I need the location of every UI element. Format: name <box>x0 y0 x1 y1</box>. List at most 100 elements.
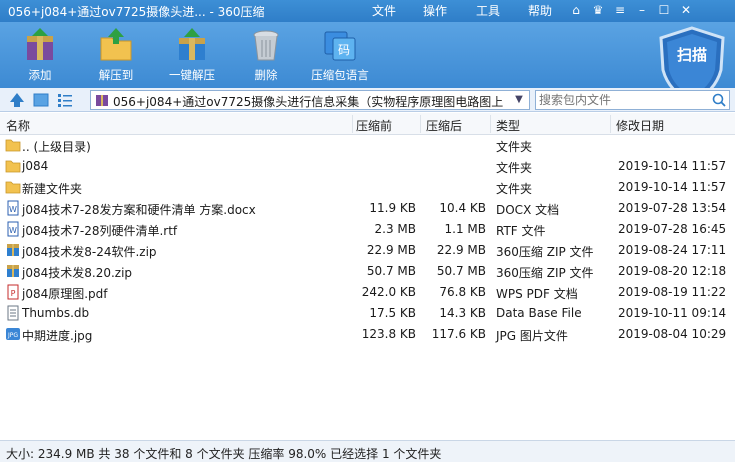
file-size-before: 123.8 KB <box>361 327 416 341</box>
file-date: 2019-10-11 09:14 <box>618 306 727 320</box>
home-icon[interactable]: ⌂ <box>566 1 586 19</box>
folder-icon <box>5 181 21 194</box>
svg-text:码: 码 <box>338 43 350 57</box>
file-size-before: 22.9 MB <box>366 243 416 257</box>
add-button[interactable]: 添加 <box>8 26 72 86</box>
table-row[interactable]: j084技术发8-24软件.zip 22.9 MB 22.9 MB 360压缩 … <box>0 240 735 261</box>
one-click-extract-button[interactable]: 一键解压 <box>160 26 224 86</box>
search-icon[interactable] <box>711 92 727 108</box>
extract-to-button[interactable]: 解压到 <box>84 26 148 86</box>
svg-text:JPG: JPG <box>7 332 18 339</box>
path-text: 056+j084+通过ov7725摄像头进行信息采集（实物程序原理图电路图上 <box>113 95 503 109</box>
svg-text:W: W <box>9 226 17 235</box>
file-type: 360压缩 ZIP 文件 <box>496 245 594 259</box>
column-size-before[interactable]: 压缩前 <box>356 117 392 134</box>
column-size-after[interactable]: 压缩后 <box>426 117 462 134</box>
shirt-icon[interactable]: ♛ <box>588 1 608 19</box>
column-type[interactable]: 类型 <box>496 117 520 134</box>
file-size-after: 117.6 KB <box>431 327 486 341</box>
close-icon[interactable]: ✕ <box>676 1 696 19</box>
status-bar: 大小: 234.9 MB 共 38 个文件和 8 个文件夹 压缩率 98.0% … <box>0 440 735 462</box>
file-date: 2019-08-20 12:18 <box>618 264 727 278</box>
file-type: 文件夹 <box>496 161 533 175</box>
status-text: 大小: 234.9 MB 共 38 个文件和 8 个文件夹 压缩率 98.0% … <box>6 447 442 461</box>
minimize-icon[interactable]: – <box>632 1 652 19</box>
search-box[interactable] <box>535 90 730 110</box>
archive-language-icon: 码 <box>324 31 356 61</box>
file-type: WPS PDF 文档 <box>496 287 578 301</box>
file-name: j084技术7-28列硬件清单.rtf <box>22 224 178 238</box>
file-type: 文件夹 <box>496 140 533 154</box>
file-date: 2019-10-14 11:57 <box>618 159 727 173</box>
file-date: 2019-08-19 11:22 <box>618 285 727 299</box>
list-view-icon[interactable] <box>56 91 74 109</box>
file-size-after: 1.1 MB <box>444 222 486 236</box>
folder-icon <box>5 139 21 152</box>
scan-label: 扫描 <box>676 46 707 64</box>
file-size-after: 14.3 KB <box>439 306 486 320</box>
file-name: 中期进度.jpg <box>22 329 93 343</box>
db-file-icon <box>7 305 19 321</box>
menu-file[interactable]: 文件 <box>372 2 396 19</box>
table-row[interactable]: .. (上级目录) 文件夹 <box>0 135 735 156</box>
menu-lines-icon[interactable]: ≡ <box>610 1 630 19</box>
table-row[interactable]: W j084技术7-28列硬件清单.rtf 2.3 MB 1.1 MB RTF … <box>0 219 735 240</box>
pdf-file-icon: P <box>7 284 19 300</box>
file-date: 2019-07-28 13:54 <box>618 201 727 215</box>
table-row[interactable]: W j084技术7-28发方案和硬件清单 方案.docx 11.9 KB 10.… <box>0 198 735 219</box>
svg-text:P: P <box>11 289 16 298</box>
file-size-after: 76.8 KB <box>439 285 486 299</box>
file-size-after: 50.7 MB <box>436 264 486 278</box>
path-field[interactable]: 056+j084+通过ov7725摄像头进行信息采集（实物程序原理图电路图上 ▼ <box>90 90 530 110</box>
table-row[interactable]: 新建文件夹 文件夹 2019-10-14 11:57 <box>0 177 735 198</box>
file-name: j084原理图.pdf <box>22 287 108 301</box>
svg-text:W: W <box>9 205 17 214</box>
column-name[interactable]: 名称 <box>6 117 30 134</box>
archive-icon <box>96 95 108 106</box>
up-arrow-icon[interactable] <box>8 91 26 109</box>
file-type: 文件夹 <box>496 182 533 196</box>
file-date: 2019-07-28 16:45 <box>618 222 727 236</box>
one-click-extract-icon <box>179 28 205 60</box>
folder-icon <box>5 160 21 173</box>
archive-language-button[interactable]: 码 压缩包语言 <box>308 26 372 86</box>
zip-file-icon <box>7 265 19 277</box>
toolbar: 添加 解压到 一键解压 删除 码 压缩包语言 扫描 <box>0 22 735 104</box>
table-row[interactable]: j084技术发8.20.zip 50.7 MB 50.7 MB 360压缩 ZI… <box>0 261 735 282</box>
delete-button[interactable]: 删除 <box>234 26 298 86</box>
table-row[interactable]: P j084原理图.pdf 242.0 KB 76.8 KB WPS PDF 文… <box>0 282 735 303</box>
trash-icon <box>253 30 279 61</box>
title-bar: 056+j084+通过ov7725摄像头进... - 360压缩 文件 操作 工… <box>0 0 735 22</box>
search-input[interactable] <box>539 92 707 108</box>
thumbnail-view-icon[interactable] <box>32 91 50 109</box>
window-title: 056+j084+通过ov7725摄像头进... - 360压缩 <box>8 5 265 19</box>
rtf-file-icon: W <box>7 221 19 237</box>
file-date: 2019-08-04 10:29 <box>618 327 727 341</box>
file-date: 2019-10-14 11:57 <box>618 180 727 194</box>
file-type: RTF 文件 <box>496 224 546 238</box>
chevron-down-icon[interactable]: ▼ <box>511 92 527 108</box>
menu-operation[interactable]: 操作 <box>423 2 447 19</box>
menu-tools[interactable]: 工具 <box>476 2 500 19</box>
jpg-file-icon: JPG <box>6 328 20 340</box>
file-name: .. (上级目录) <box>22 140 91 154</box>
file-size-before: 50.7 MB <box>366 264 416 278</box>
docx-file-icon: W <box>7 200 19 216</box>
file-name: j084技术发8.20.zip <box>22 266 133 280</box>
zip-file-icon <box>7 244 19 256</box>
extract-to-icon <box>100 28 132 61</box>
file-name: 新建文件夹 <box>22 182 83 196</box>
menu-help[interactable]: 帮助 <box>528 2 552 19</box>
table-row[interactable]: j084 文件夹 2019-10-14 11:57 <box>0 156 735 177</box>
file-type: Data Base File <box>496 306 582 320</box>
file-date: 2019-08-24 17:11 <box>618 243 727 257</box>
maximize-icon[interactable]: ☐ <box>654 1 674 19</box>
file-size-before: 2.3 MB <box>374 222 416 236</box>
table-row[interactable]: Thumbs.db 17.5 KB 14.3 KB Data Base File… <box>0 303 735 324</box>
file-list: .. (上级目录) 文件夹 j084 文件夹 2019-10-14 11:57 … <box>0 135 735 440</box>
table-row[interactable]: JPG 中期进度.jpg 123.8 KB 117.6 KB JPG 图片文件 … <box>0 324 735 345</box>
file-size-after: 22.9 MB <box>436 243 486 257</box>
file-type: JPG 图片文件 <box>496 329 568 343</box>
file-name: j084技术7-28发方案和硬件清单 方案.docx <box>22 203 256 217</box>
column-modified-date[interactable]: 修改日期 <box>616 117 664 134</box>
